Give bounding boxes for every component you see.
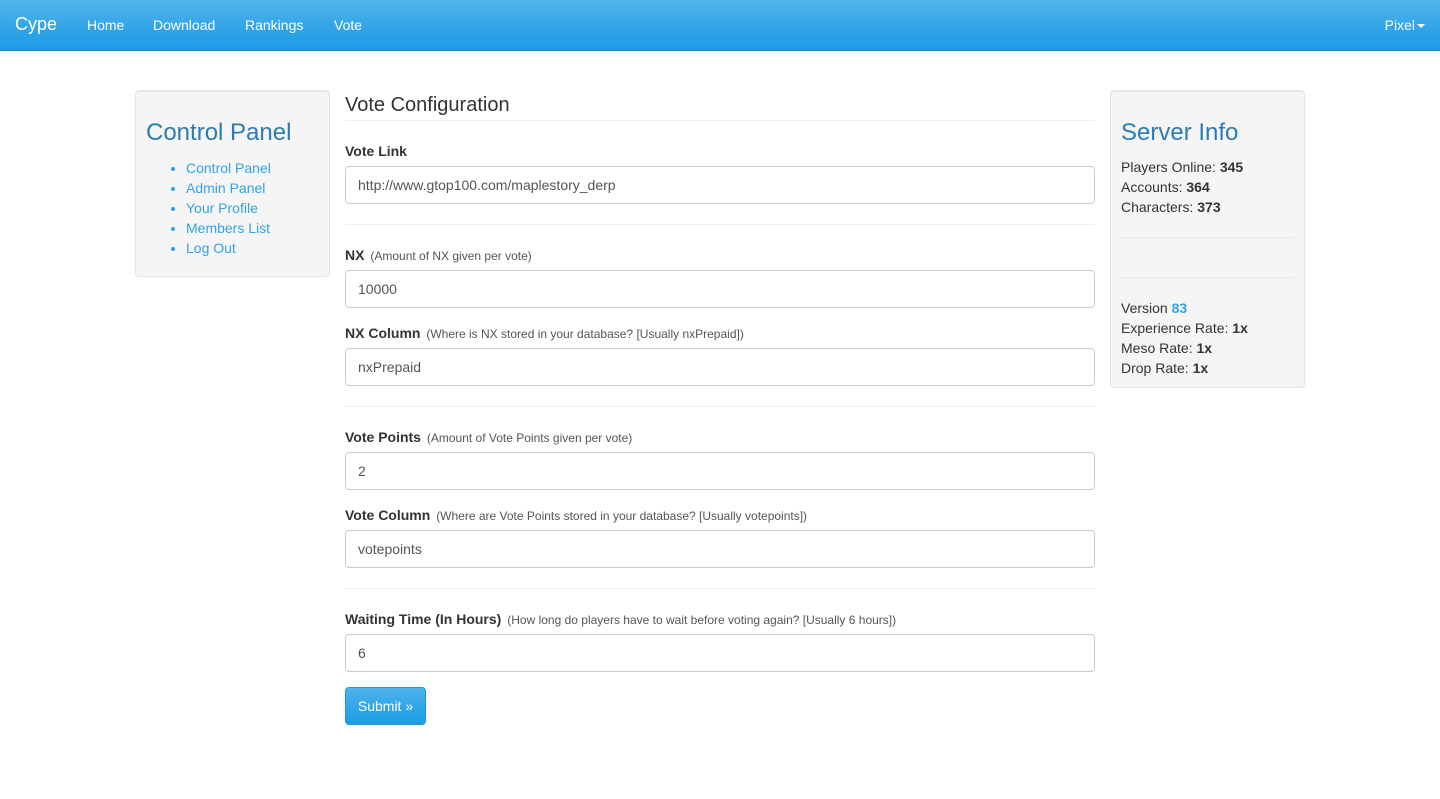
vote-link-input[interactable] — [345, 166, 1095, 204]
waiting-time-input[interactable] — [345, 634, 1095, 672]
vote-column-label: Vote Column (Where are Vote Points store… — [345, 507, 808, 523]
waiting-time-hint: (How long do players have to wait before… — [507, 613, 897, 627]
nx-hint: (Amount of NX given per vote) — [370, 249, 532, 263]
vote-points-hint: (Amount of Vote Points given per vote) — [426, 431, 633, 445]
nav-vote[interactable]: Vote — [334, 17, 362, 33]
vote-column-hint: (Where are Vote Points stored in your da… — [436, 509, 808, 523]
vote-column-input[interactable] — [345, 530, 1095, 568]
user-dropdown[interactable]: Pixel — [1385, 17, 1425, 33]
vote-link-label: Vote Link — [345, 143, 407, 159]
nx-column-hint: (Where is NX stored in your database? [U… — [426, 327, 744, 341]
nav-rankings[interactable]: Rankings — [245, 17, 303, 33]
vote-points-label: Vote Points (Amount of Vote Points given… — [345, 429, 633, 445]
section-divider — [345, 224, 1095, 225]
version-stat: Version 83 — [1121, 300, 1188, 316]
menu-item: Members List — [186, 218, 271, 238]
menu-link-log-out[interactable]: Log Out — [186, 240, 236, 256]
control-panel-well: Control Panel Control Panel Admin Panel … — [135, 90, 330, 277]
nx-input[interactable] — [345, 270, 1095, 308]
section-divider — [345, 406, 1095, 407]
menu-item: Log Out — [186, 238, 271, 258]
menu-link-your-profile[interactable]: Your Profile — [186, 200, 258, 216]
submit-button[interactable]: Submit » — [345, 687, 426, 725]
page-title: Vote Configuration — [345, 94, 510, 116]
page-header: Vote Configuration — [345, 93, 1095, 121]
section-divider — [345, 588, 1095, 589]
menu-link-admin-panel[interactable]: Admin Panel — [186, 180, 265, 196]
waiting-time-label: Waiting Time (In Hours) (How long do pla… — [345, 611, 897, 627]
server-info-title: Server Info — [1121, 119, 1239, 146]
players-online-stat: Players Online: 345 — [1121, 159, 1244, 175]
user-name: Pixel — [1384, 17, 1415, 33]
exp-rate-stat: Experience Rate: 1x — [1121, 320, 1248, 336]
menu-item: Control Panel — [186, 158, 271, 178]
meso-rate-stat: Meso Rate: 1x — [1121, 340, 1213, 356]
caret-down-icon — [1417, 24, 1425, 29]
brand-link[interactable]: Cype — [15, 14, 57, 35]
menu-item: Admin Panel — [186, 178, 271, 198]
characters-stat: Characters: 373 — [1121, 199, 1221, 215]
drop-rate-stat: Drop Rate: 1x — [1121, 360, 1209, 376]
accounts-stat: Accounts: 364 — [1121, 179, 1210, 195]
top-navbar: Cype Home Download Rankings Vote Pixel — [0, 0, 1440, 51]
control-panel-menu: Control Panel Admin Panel Your Profile M… — [186, 158, 271, 258]
nx-label: NX (Amount of NX given per vote) — [345, 247, 532, 263]
server-status-box — [1121, 237, 1294, 278]
nav-home[interactable]: Home — [87, 17, 124, 33]
nx-column-input[interactable] — [345, 348, 1095, 386]
menu-link-control-panel[interactable]: Control Panel — [186, 160, 271, 176]
server-info-well: Server Info Players Online: 345 Accounts… — [1110, 90, 1305, 388]
vote-points-input[interactable] — [345, 452, 1095, 490]
nx-column-label: NX Column (Where is NX stored in your da… — [345, 325, 744, 341]
menu-item: Your Profile — [186, 198, 271, 218]
nav-download[interactable]: Download — [153, 17, 215, 33]
menu-link-members-list[interactable]: Members List — [186, 220, 270, 236]
control-panel-title: Control Panel — [146, 119, 292, 146]
